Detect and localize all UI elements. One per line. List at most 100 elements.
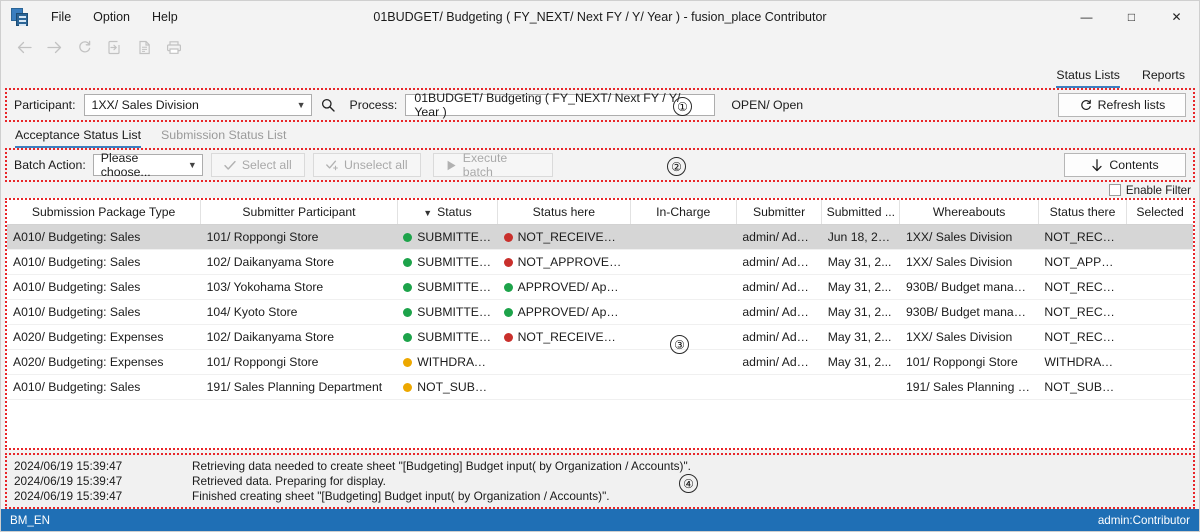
col-in-charge[interactable]: In-Charge	[630, 200, 737, 225]
cell-package-type: A020/ Budgeting: Expenses	[7, 349, 201, 375]
log-timestamp: 2024/06/19 15:39:47	[14, 489, 123, 503]
participant-label: Participant:	[14, 98, 76, 112]
check-icon	[224, 160, 236, 171]
minimize-icon[interactable]: —	[1064, 1, 1109, 33]
cell-submitted-text: May 31, 2...	[827, 304, 892, 319]
process-field[interactable]: 01BUDGET/ Budgeting ( FY_NEXT/ Next FY /…	[405, 91, 716, 119]
menu-option[interactable]: Option	[82, 6, 141, 29]
log-panel[interactable]: 2024/06/19 15:39:47 Retrieving data neede…	[5, 453, 1195, 509]
cell-status-here-text: NOT_APPROVED/ ...	[517, 254, 631, 269]
contents-button[interactable]: Contents	[1064, 153, 1186, 177]
tab-status-lists[interactable]: Status Lists	[1056, 68, 1120, 88]
cell-status-there: WITHDRAW...	[1038, 349, 1127, 375]
execute-batch-button[interactable]: Execute batch	[432, 151, 553, 179]
search-icon[interactable]	[316, 94, 340, 116]
cell-submitter-participant-text: 102/ Daikanyama Store	[206, 254, 335, 269]
log-line: 2024/06/19 15:39:47 Retrieved data. Prepa…	[7, 474, 1193, 489]
cell-status-there-text: NOT_SUBMIT...	[1044, 379, 1127, 394]
tab-reports[interactable]: Reports	[1142, 68, 1185, 88]
batch-action-bar: Batch Action: Please choose... ▼ Select …	[5, 148, 1195, 182]
tab-submission-status-list[interactable]: Submission Status List	[161, 128, 286, 148]
cell-status: NOT_SUBMITT...	[397, 374, 498, 400]
menu-help[interactable]: Help	[141, 6, 189, 29]
cell-status-there-text: NOT_RECEIVE...	[1044, 279, 1126, 294]
table-row[interactable]: A020/ Budgeting: Expenses 101/ Roppongi S…	[7, 349, 1193, 375]
col-whereabouts[interactable]: Whereabouts	[899, 200, 1039, 225]
col-submitted[interactable]: Submitted ...	[821, 200, 901, 225]
cell-status-here: NOT_RECEIVED/ N...	[497, 324, 631, 350]
table-row[interactable]: A010/ Budgeting: Sales 101/ Roppongi Stor…	[7, 224, 1193, 250]
table-row[interactable]: A010/ Budgeting: Sales 191/ Sales Plannin…	[7, 374, 1193, 400]
cell-selected	[1126, 324, 1193, 350]
status-dot-green	[503, 282, 513, 292]
cell-whereabouts-text: 930B/ Budget manage...	[905, 304, 1038, 319]
cell-status-text: SUBMITTED/ S...	[417, 304, 497, 319]
maximize-icon[interactable]: □	[1109, 1, 1154, 33]
cell-status-there: NOT_RECEIVE...	[1038, 324, 1127, 350]
unselect-all-button[interactable]: Unselect all	[312, 153, 421, 177]
refresh-lists-button[interactable]: Refresh lists	[1058, 93, 1186, 117]
cell-package-type-text: A010/ Budgeting: Sales	[13, 379, 141, 394]
open-sheet-icon[interactable]	[101, 36, 127, 58]
status-bar-right: admin:Contributor	[1097, 513, 1190, 527]
cell-status-text: NOT_SUBMITT...	[417, 379, 497, 394]
menu-file[interactable]: File	[40, 6, 82, 29]
cell-submitted	[821, 374, 900, 400]
cell-package-type: A010/ Budgeting: Sales	[7, 224, 201, 250]
cell-submitter: admin/ Admin...	[736, 349, 822, 375]
cell-package-type: A010/ Budgeting: Sales	[7, 299, 201, 325]
col-submitter-participant[interactable]: Submitter Participant	[200, 200, 398, 225]
select-all-button[interactable]: Select all	[210, 153, 305, 177]
status-dot-green	[403, 332, 413, 342]
log-line: 2024/06/19 15:39:47 Retrieving data neede…	[7, 459, 1193, 474]
chevron-down-icon: ▼	[187, 160, 197, 170]
acceptance-status-grid: Submission Package Type Submitter Partic…	[7, 200, 1193, 400]
cell-status: SUBMITTED/ S...	[397, 274, 498, 300]
print-icon[interactable]	[161, 36, 187, 58]
col-submission-package-type[interactable]: Submission Package Type	[7, 200, 202, 225]
forward-icon[interactable]	[41, 36, 67, 58]
table-row[interactable]: A010/ Budgeting: Sales 103/ Yokohama Stor…	[7, 274, 1193, 300]
cell-whereabouts-text: 191/ Sales Planning De...	[905, 379, 1039, 394]
table-row[interactable]: A010/ Budgeting: Sales 102/ Daikanyama St…	[7, 249, 1193, 275]
col-submitter[interactable]: Submitter	[736, 200, 823, 225]
participant-value: 1XX/ Sales Division	[91, 98, 199, 112]
cell-status-there: NOT_RECEIVE...	[1038, 274, 1127, 300]
enable-filter-label: Enable Filter	[1125, 183, 1191, 197]
refresh-icon	[1079, 99, 1092, 112]
batch-action-select[interactable]: Please choose... ▼	[92, 151, 203, 179]
col-selected[interactable]: Selected	[1126, 200, 1193, 225]
cell-whereabouts-text: 930B/ Budget manage...	[905, 279, 1038, 294]
status-list-table: Submission Package Type Submitter Partic…	[5, 198, 1195, 450]
new-document-icon[interactable]	[131, 36, 157, 58]
col-status[interactable]: ▼ Status	[397, 200, 499, 225]
tab-acceptance-status-list[interactable]: Acceptance Status List	[15, 128, 142, 148]
table-row[interactable]: A020/ Budgeting: Expenses 102/ Daikanyama…	[7, 324, 1193, 350]
log-message: Retrieved data. Preparing for display.	[192, 474, 386, 488]
contents-label: Contents	[1109, 158, 1159, 172]
cell-status-there-text: NOT_RECEIVE...	[1044, 329, 1126, 344]
enable-filter-row: Enable Filter	[1, 182, 1199, 198]
col-status-here[interactable]: Status here	[497, 200, 631, 225]
cell-selected	[1126, 249, 1193, 275]
table-row[interactable]: A010/ Budgeting: Sales 104/ Kyoto Store SU…	[7, 299, 1193, 325]
log-timestamp: 2024/06/19 15:39:47	[14, 474, 123, 488]
col-status-there[interactable]: Status there	[1038, 200, 1128, 225]
participant-select[interactable]: 1XX/ Sales Division ▼	[83, 94, 312, 116]
annotation-marker-3: ③	[670, 335, 689, 354]
navigation-toolbar	[1, 33, 1199, 61]
back-icon[interactable]	[11, 36, 37, 58]
sort-descending-icon: ▼	[423, 207, 433, 218]
enable-filter-checkbox[interactable]	[1108, 184, 1121, 196]
close-icon[interactable]: ✕	[1154, 1, 1199, 33]
cell-selected	[1126, 374, 1193, 400]
cell-selected	[1126, 274, 1193, 300]
cell-submitter-participant-text: 102/ Daikanyama Store	[206, 329, 335, 344]
reload-icon[interactable]	[71, 36, 97, 58]
cell-submitter-text: admin/ Admin...	[742, 329, 822, 344]
cell-selected	[1126, 299, 1193, 325]
cell-whereabouts-text: 101/ Roppongi Store	[905, 354, 1018, 369]
status-dot-red	[503, 332, 513, 342]
status-dot-green	[503, 307, 513, 317]
cell-selected	[1126, 349, 1193, 375]
